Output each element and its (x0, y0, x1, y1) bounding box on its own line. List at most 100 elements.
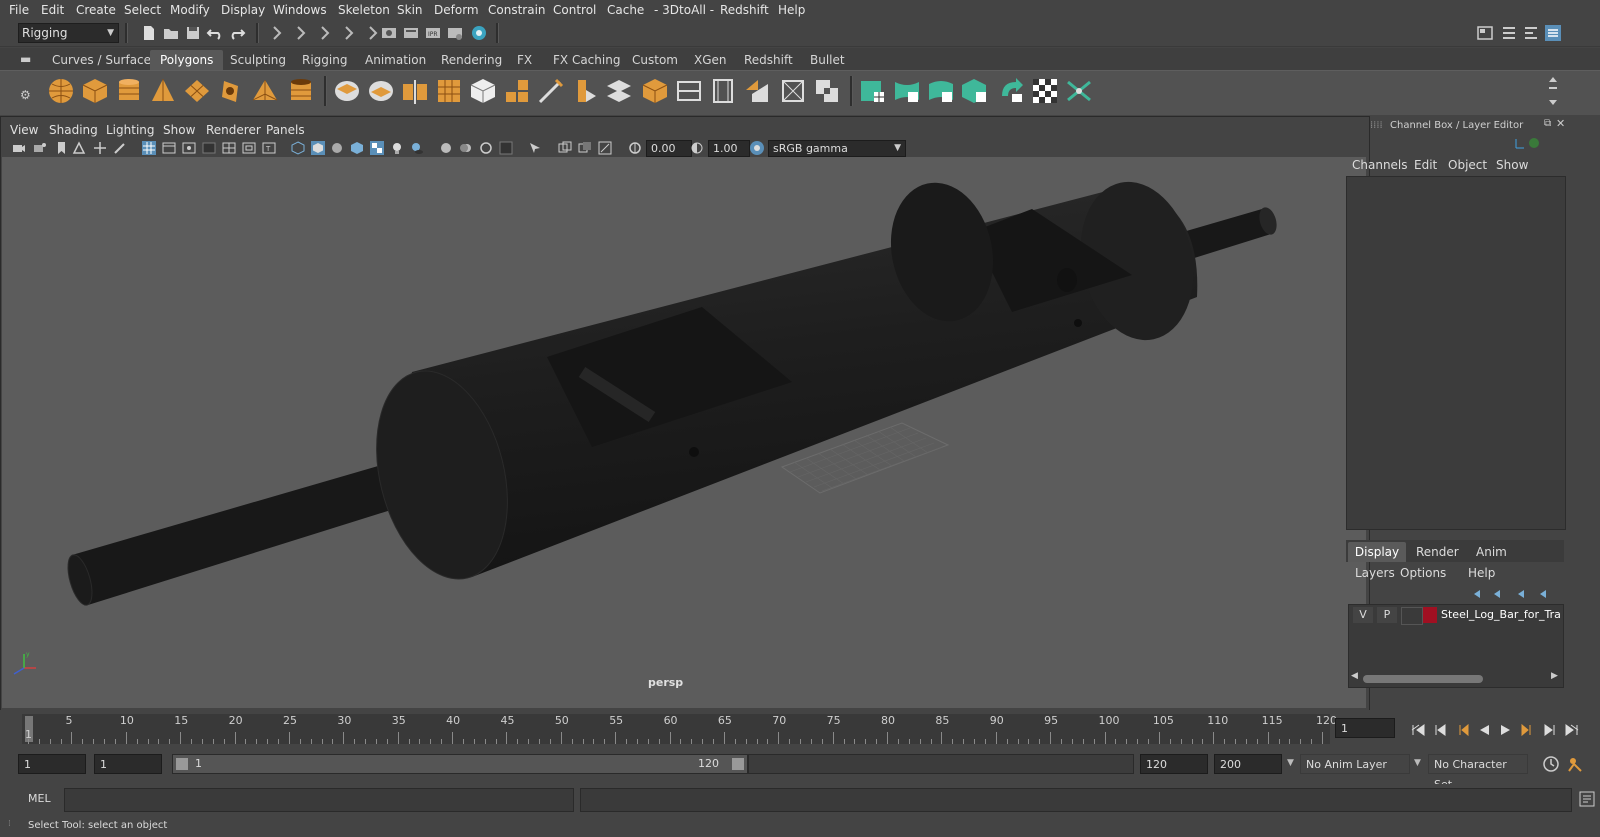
bookmark-icon[interactable] (54, 141, 68, 155)
close-icon[interactable]: ✕ (1556, 117, 1565, 130)
wireframe-icon[interactable] (291, 141, 305, 155)
multi-cut-icon[interactable] (536, 76, 566, 106)
auto-key-icon[interactable] (1542, 755, 1560, 773)
panel-menu-renderer[interactable]: Renderer (206, 123, 261, 137)
tab-sculpting[interactable]: Sculpting (220, 50, 296, 70)
tab-display[interactable]: Display (1348, 542, 1406, 562)
menu-deform[interactable]: Deform (434, 3, 479, 17)
menu-select[interactable]: Select (124, 3, 161, 17)
menu-display[interactable]: Display (221, 3, 265, 17)
layer-action-icons[interactable] (1470, 588, 1560, 600)
modeling-toolkit-icon[interactable] (1476, 24, 1494, 42)
menu-modify[interactable]: Modify (170, 3, 210, 17)
poly-prism-icon[interactable] (250, 76, 280, 106)
append-polygon-icon[interactable] (742, 76, 772, 106)
combine-icon[interactable] (332, 76, 362, 106)
tab-polygons[interactable]: Polygons (150, 50, 224, 70)
3d-viewport[interactable] (2, 157, 1366, 708)
drag-handle-icon[interactable]: ⁞ (8, 819, 11, 829)
poly-plane-icon[interactable] (182, 76, 212, 106)
step-forward-frame-icon[interactable] (1542, 722, 1558, 738)
poly-cube-icon[interactable] (80, 76, 110, 106)
xray-joints-icon[interactable] (598, 141, 612, 155)
camera-icon[interactable] (12, 141, 26, 155)
resolution-gate-icon[interactable] (182, 141, 196, 155)
offset-edge-loop-icon[interactable] (708, 76, 738, 106)
show-menu[interactable]: Show (1496, 158, 1528, 172)
insert-edge-loop-icon[interactable] (674, 76, 704, 106)
color-management-icon[interactable] (750, 141, 764, 155)
animation-end-field[interactable]: 200 (1214, 754, 1282, 774)
depth-of-field-icon[interactable] (499, 141, 513, 155)
play-forwards-icon[interactable] (1498, 722, 1514, 738)
step-forward-key-icon[interactable] (1520, 722, 1536, 738)
scroll-right-icon[interactable]: ▶ (1551, 671, 1558, 681)
exposure-field[interactable]: 0.00 (646, 140, 692, 157)
menu-file[interactable]: File (9, 3, 29, 17)
menu-3dtoall[interactable]: - 3DtoAll - (654, 3, 714, 17)
float-panel-icon[interactable]: ⧉ (1544, 118, 1551, 129)
tab-fx-caching[interactable]: FX Caching (543, 50, 630, 70)
channel-box-icon[interactable] (1544, 24, 1562, 42)
ipr-render-icon[interactable]: IPR (424, 24, 442, 42)
current-frame-field[interactable]: 1 (1335, 718, 1395, 738)
collapse-arrow-icon[interactable] (268, 24, 286, 42)
film-gate-icon[interactable] (162, 141, 176, 155)
edit-menu[interactable]: Edit (1414, 158, 1437, 172)
attribute-editor-icon[interactable] (1500, 24, 1518, 42)
drag-handle-icon[interactable]: ⁞⁞⁞⁞ (1370, 120, 1383, 131)
bevel-icon[interactable] (570, 76, 600, 106)
extrude-icon[interactable] (502, 76, 532, 106)
panel-menu-view[interactable]: View (10, 123, 38, 137)
render-frame-icon[interactable] (402, 24, 420, 42)
animation-start-field[interactable]: 1 (18, 754, 86, 774)
mirror-icon[interactable] (400, 76, 430, 106)
safe-action-icon[interactable] (242, 141, 256, 155)
gate-mask-icon[interactable] (202, 141, 216, 155)
automatic-mapping-icon[interactable] (960, 76, 990, 106)
poly-torus-icon[interactable] (216, 76, 246, 106)
menu-constrain[interactable]: Constrain (488, 3, 546, 17)
step-back-key-icon[interactable] (1454, 722, 1470, 738)
channels-menu[interactable]: Channels (1352, 158, 1408, 172)
panel-menu-lighting[interactable]: Lighting (106, 123, 155, 137)
image-plane-icon[interactable] (72, 141, 86, 155)
use-all-lights-icon[interactable] (390, 141, 404, 155)
2d-pan-zoom-icon[interactable] (93, 141, 107, 155)
undo-icon[interactable] (206, 24, 224, 42)
panel-menu-show[interactable]: Show (163, 123, 195, 137)
menu-cache[interactable]: Cache (607, 3, 644, 17)
layers-menu[interactable]: Layers (1355, 566, 1395, 580)
smooth-shade-icon[interactable] (311, 141, 325, 155)
anim-layer-dropdown[interactable]: No Anim Layer (1300, 754, 1410, 774)
poly-sphere-icon[interactable] (46, 76, 76, 106)
step-back-frame-icon[interactable] (1432, 722, 1448, 738)
wireframe-on-shaded-icon[interactable] (350, 141, 364, 155)
grease-pencil-icon[interactable] (113, 141, 127, 155)
script-editor-icon[interactable] (1578, 790, 1596, 808)
isolate-select-icon[interactable] (528, 141, 542, 155)
bridge-icon[interactable] (604, 76, 634, 106)
channel-list-area[interactable] (1346, 176, 1566, 530)
fill-hole-icon[interactable] (640, 76, 670, 106)
script-language-label[interactable]: MEL (28, 792, 51, 805)
range-end-handle[interactable] (732, 758, 744, 770)
tab-redshift[interactable]: Redshift (734, 50, 803, 70)
layer-row[interactable]: V P Steel_Log_Bar_for_Training (1351, 607, 1561, 625)
save-scene-icon[interactable] (184, 24, 202, 42)
range-slider[interactable]: 1 120 (172, 754, 748, 774)
character-set-dropdown[interactable]: No Character Set (1428, 754, 1528, 791)
reduce-icon[interactable] (468, 76, 498, 106)
playback-end-field[interactable]: 120 (1140, 754, 1208, 774)
tab-curves-surfaces[interactable]: Curves / Surfaces (42, 50, 167, 70)
exposure-icon[interactable] (628, 141, 642, 155)
render-settings-icon[interactable] (446, 24, 464, 42)
uv-editor-icon[interactable] (858, 76, 888, 106)
colorspace-dropdown[interactable]: sRGB gamma ▼ (768, 140, 906, 157)
layer-playback-toggle[interactable]: P (1377, 607, 1397, 623)
shelf-menu-icon[interactable]: ▬ (20, 52, 31, 66)
chevron-down-icon[interactable]: ▼ (1287, 758, 1294, 768)
tab-rendering[interactable]: Rendering (431, 50, 512, 70)
play-backwards-icon[interactable] (1476, 722, 1492, 738)
tab-fx[interactable]: FX (507, 50, 542, 70)
